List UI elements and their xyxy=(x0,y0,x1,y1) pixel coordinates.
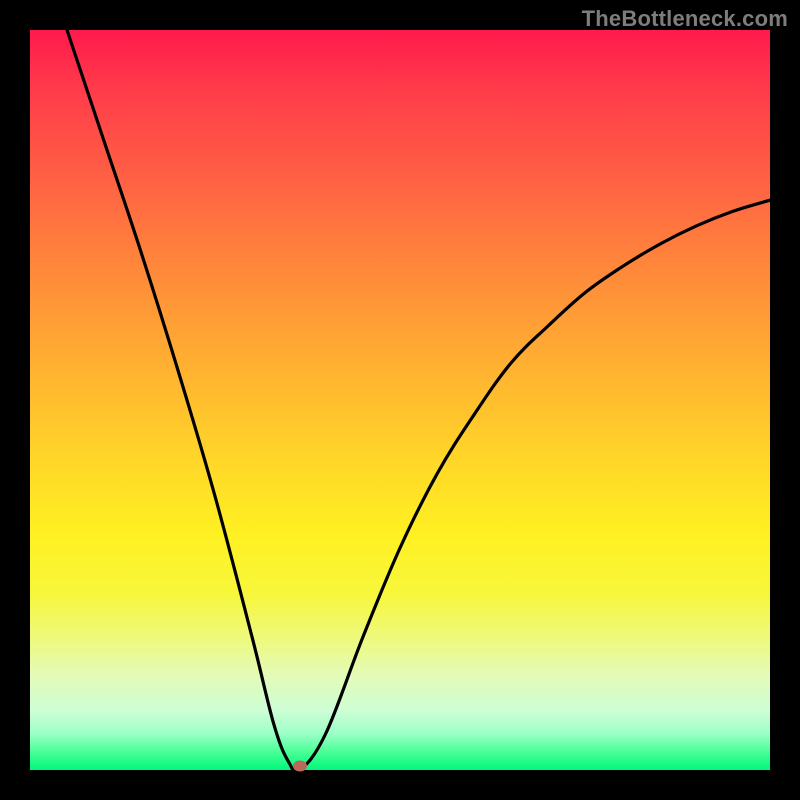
chart-frame: TheBottleneck.com xyxy=(0,0,800,800)
watermark-text: TheBottleneck.com xyxy=(582,6,788,32)
bottleneck-curve xyxy=(30,30,770,770)
plot-area xyxy=(30,30,770,770)
optimum-marker xyxy=(293,761,307,772)
